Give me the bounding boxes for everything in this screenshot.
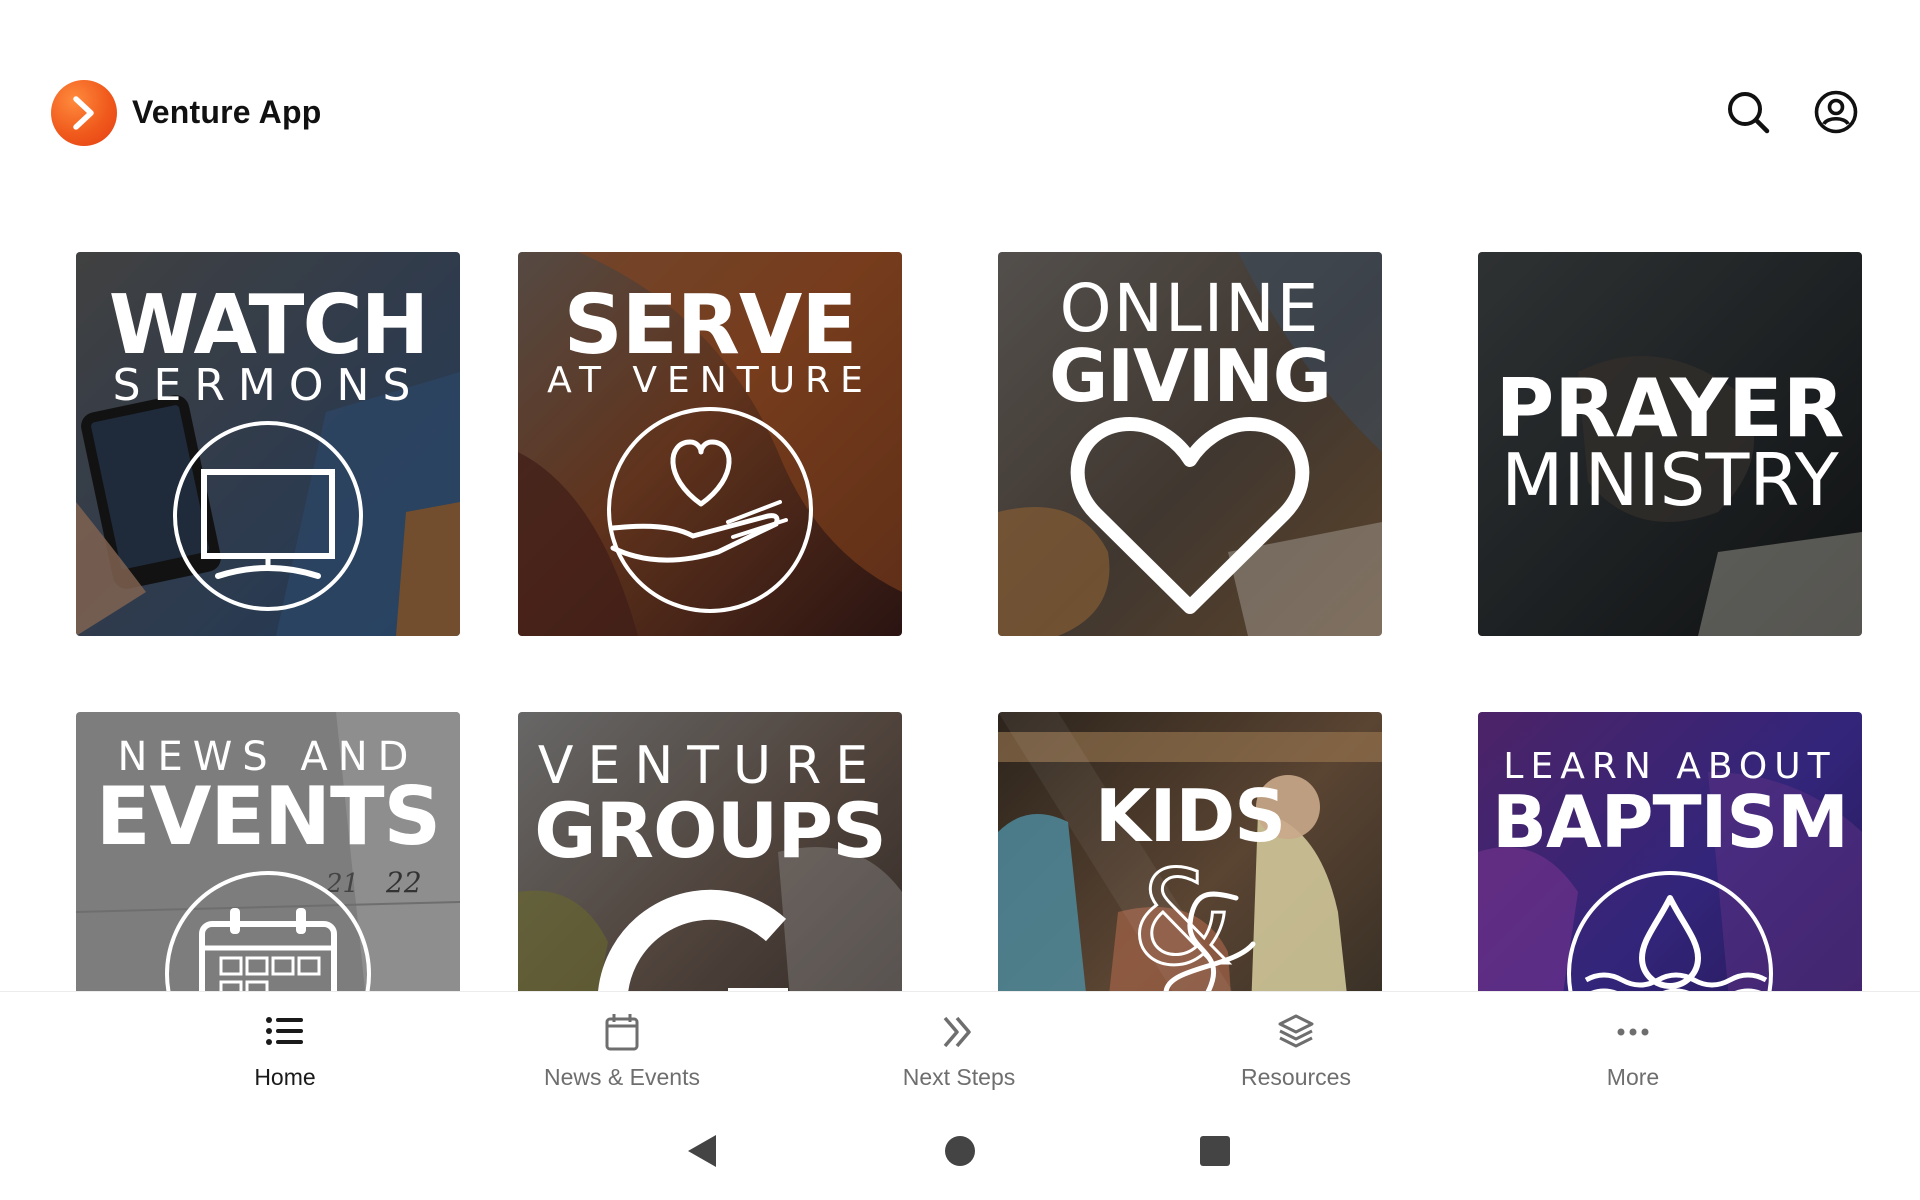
svg-text:22: 22 xyxy=(385,866,422,899)
tile-online-giving[interactable]: ONLINE GIVING xyxy=(998,252,1382,636)
tile-serve-at-venture[interactable]: SERVE AT VENTURE xyxy=(518,252,902,636)
tile-subtitle: EVENTS xyxy=(95,770,441,863)
nav-item-news-events[interactable]: News & Events xyxy=(472,992,772,1102)
nav-item-home[interactable]: Home xyxy=(135,992,435,1102)
bottom-navigation: Home News & Events Next Steps Resources xyxy=(0,991,1920,1101)
tile-prayer-ministry[interactable]: PRAYER MINISTRY xyxy=(1478,252,1862,636)
nav-item-next-steps[interactable]: Next Steps xyxy=(809,992,1109,1102)
nav-label: News & Events xyxy=(544,1064,700,1090)
calendar-icon xyxy=(605,1014,639,1051)
tile-title: SERVE xyxy=(563,278,858,373)
content-grid: WATCH SERMONS SERVE AT VENTURE ONLINE GI… xyxy=(0,0,1920,991)
more-dots-icon xyxy=(1617,1028,1649,1036)
tile-subtitle: & xyxy=(1130,841,1234,992)
nav-item-resources[interactable]: Resources xyxy=(1146,992,1446,1102)
tile-subtitle: GIVING xyxy=(1049,334,1332,418)
tile-watch-sermons[interactable]: WATCH SERMONS xyxy=(76,252,460,636)
nav-label: More xyxy=(1606,1064,1660,1090)
tile-subtitle: SERMONS xyxy=(112,360,424,411)
back-icon[interactable] xyxy=(680,1129,724,1173)
tile-subtitle: BAPTISM xyxy=(1492,780,1849,864)
tile-kids[interactable]: KIDS & xyxy=(998,712,1382,991)
nav-item-more[interactable]: More xyxy=(1483,992,1783,1102)
system-navigation-bar xyxy=(0,1101,1920,1200)
recents-square-icon[interactable] xyxy=(1193,1129,1237,1173)
tile-news-and-events[interactable]: 22 21 NEWS AND EVENTS xyxy=(76,712,460,991)
tile-subtitle: MINISTRY xyxy=(1501,438,1839,522)
list-icon xyxy=(266,1017,303,1045)
home-circle-icon[interactable] xyxy=(938,1129,982,1173)
nav-label: Home xyxy=(254,1064,316,1090)
nav-label: Resources xyxy=(1241,1064,1351,1090)
tile-subtitle: AT VENTURE xyxy=(547,360,873,401)
nav-label: Next Steps xyxy=(902,1064,1016,1090)
tile-venture-groups[interactable]: VENTURE GROUPS xyxy=(518,712,902,991)
double-chevron-icon xyxy=(943,1016,971,1048)
layers-icon xyxy=(1278,1014,1314,1048)
tile-learn-about-baptism[interactable]: LEARN ABOUT BAPTISM xyxy=(1478,712,1862,991)
tile-title: WATCH xyxy=(108,278,430,373)
tile-subtitle: GROUPS xyxy=(534,786,887,875)
